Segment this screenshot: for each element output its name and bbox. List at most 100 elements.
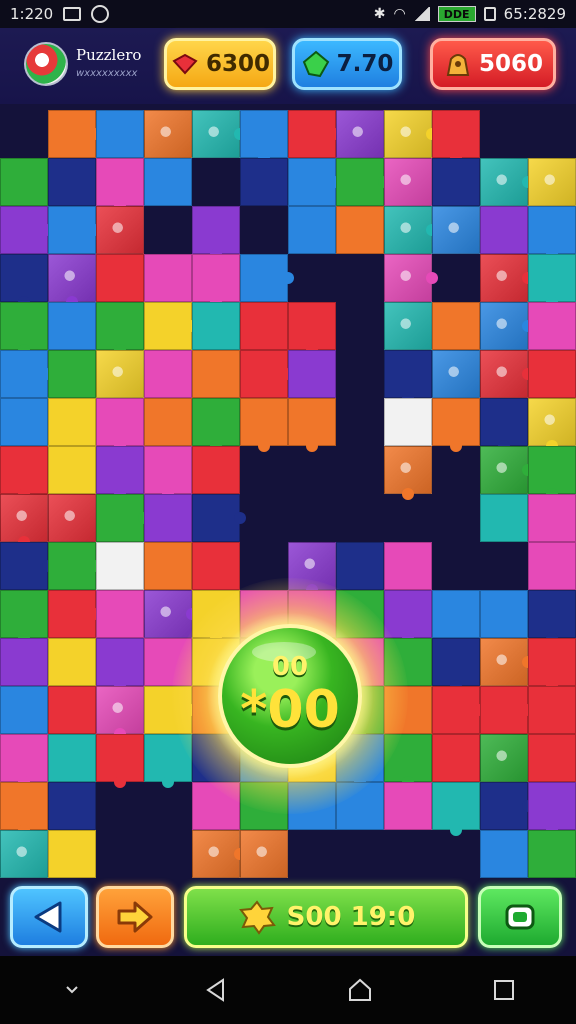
puzzle-piece[interactable] bbox=[48, 206, 96, 254]
puzzle-piece[interactable] bbox=[432, 158, 480, 206]
puzzle-piece[interactable] bbox=[336, 206, 384, 254]
puzzle-piece[interactable] bbox=[480, 494, 528, 542]
puzzle-piece[interactable] bbox=[432, 302, 480, 350]
puzzle-piece[interactable] bbox=[0, 494, 48, 542]
puzzle-piece[interactable] bbox=[288, 302, 336, 350]
puzzle-piece[interactable] bbox=[0, 590, 48, 638]
puzzle-piece[interactable] bbox=[480, 158, 528, 206]
puzzle-piece[interactable] bbox=[528, 494, 576, 542]
puzzle-piece[interactable] bbox=[480, 638, 528, 686]
puzzle-piece[interactable] bbox=[144, 302, 192, 350]
puzzle-piece[interactable] bbox=[192, 494, 240, 542]
puzzle-piece[interactable] bbox=[432, 110, 480, 158]
puzzle-piece[interactable] bbox=[48, 638, 96, 686]
puzzle-piece[interactable] bbox=[144, 542, 192, 590]
puzzle-piece[interactable] bbox=[288, 110, 336, 158]
puzzle-piece[interactable] bbox=[48, 158, 96, 206]
bag-counter[interactable]: 5060 bbox=[430, 38, 556, 90]
app-logo[interactable] bbox=[24, 42, 68, 86]
puzzle-piece[interactable] bbox=[48, 542, 96, 590]
puzzle-piece[interactable] bbox=[0, 830, 48, 878]
puzzle-piece[interactable] bbox=[240, 350, 288, 398]
puzzle-piece[interactable] bbox=[192, 302, 240, 350]
puzzle-piece[interactable] bbox=[48, 734, 96, 782]
puzzle-piece[interactable] bbox=[96, 542, 144, 590]
puzzle-piece[interactable] bbox=[240, 830, 288, 878]
puzzle-piece[interactable] bbox=[480, 446, 528, 494]
puzzle-piece[interactable] bbox=[48, 398, 96, 446]
puzzle-piece[interactable] bbox=[384, 302, 432, 350]
puzzle-piece[interactable] bbox=[0, 158, 48, 206]
nav-home-button[interactable] bbox=[330, 970, 390, 1010]
gems-counter[interactable]: 7.70 bbox=[292, 38, 402, 90]
puzzle-piece[interactable] bbox=[528, 830, 576, 878]
back-button[interactable] bbox=[10, 886, 88, 948]
puzzle-piece[interactable] bbox=[288, 398, 336, 446]
puzzle-piece[interactable] bbox=[144, 590, 192, 638]
puzzle-piece[interactable] bbox=[432, 398, 480, 446]
puzzle-piece[interactable] bbox=[528, 206, 576, 254]
puzzle-piece[interactable] bbox=[384, 206, 432, 254]
puzzle-piece[interactable] bbox=[240, 398, 288, 446]
puzzle-piece[interactable] bbox=[384, 446, 432, 494]
puzzle-piece[interactable] bbox=[480, 398, 528, 446]
puzzle-piece[interactable] bbox=[0, 350, 48, 398]
coins-counter[interactable]: 6300 bbox=[164, 38, 276, 90]
puzzle-piece[interactable] bbox=[48, 830, 96, 878]
puzzle-piece[interactable] bbox=[336, 158, 384, 206]
puzzle-piece[interactable] bbox=[240, 110, 288, 158]
next-button[interactable] bbox=[96, 886, 174, 948]
puzzle-piece[interactable] bbox=[48, 110, 96, 158]
puzzle-piece[interactable] bbox=[0, 542, 48, 590]
puzzle-piece[interactable] bbox=[432, 734, 480, 782]
puzzle-piece[interactable] bbox=[192, 206, 240, 254]
nav-recents-button[interactable] bbox=[474, 970, 534, 1010]
puzzle-piece[interactable] bbox=[0, 686, 48, 734]
puzzle-piece[interactable] bbox=[432, 590, 480, 638]
puzzle-piece[interactable] bbox=[0, 206, 48, 254]
puzzle-piece[interactable] bbox=[48, 494, 96, 542]
puzzle-piece[interactable] bbox=[240, 254, 288, 302]
puzzle-piece[interactable] bbox=[144, 494, 192, 542]
puzzle-piece[interactable] bbox=[384, 158, 432, 206]
puzzle-piece[interactable] bbox=[192, 542, 240, 590]
puzzle-piece[interactable] bbox=[192, 254, 240, 302]
puzzle-piece[interactable] bbox=[0, 638, 48, 686]
puzzle-piece[interactable] bbox=[432, 206, 480, 254]
puzzle-piece[interactable] bbox=[432, 782, 480, 830]
puzzle-piece[interactable] bbox=[384, 110, 432, 158]
puzzle-piece[interactable] bbox=[96, 158, 144, 206]
puzzle-piece[interactable] bbox=[480, 686, 528, 734]
camera-button[interactable] bbox=[478, 886, 562, 948]
puzzle-piece[interactable] bbox=[480, 734, 528, 782]
puzzle-piece[interactable] bbox=[432, 350, 480, 398]
puzzle-piece[interactable] bbox=[192, 110, 240, 158]
puzzle-piece[interactable] bbox=[384, 254, 432, 302]
puzzle-piece[interactable] bbox=[528, 446, 576, 494]
puzzle-piece[interactable] bbox=[144, 350, 192, 398]
puzzle-piece[interactable] bbox=[384, 542, 432, 590]
puzzle-piece[interactable] bbox=[192, 830, 240, 878]
puzzle-piece[interactable] bbox=[96, 110, 144, 158]
puzzle-piece[interactable] bbox=[480, 782, 528, 830]
puzzle-piece[interactable] bbox=[96, 206, 144, 254]
puzzle-piece[interactable] bbox=[480, 830, 528, 878]
puzzle-piece[interactable] bbox=[480, 206, 528, 254]
puzzle-piece[interactable] bbox=[0, 734, 48, 782]
puzzle-piece[interactable] bbox=[480, 254, 528, 302]
puzzle-piece[interactable] bbox=[96, 398, 144, 446]
puzzle-piece[interactable] bbox=[336, 542, 384, 590]
puzzle-piece[interactable] bbox=[528, 542, 576, 590]
puzzle-piece[interactable] bbox=[144, 446, 192, 494]
puzzle-piece[interactable] bbox=[384, 350, 432, 398]
puzzle-piece[interactable] bbox=[144, 398, 192, 446]
puzzle-piece[interactable] bbox=[144, 254, 192, 302]
puzzle-piece[interactable] bbox=[96, 638, 144, 686]
puzzle-piece[interactable] bbox=[432, 686, 480, 734]
nav-down-button[interactable] bbox=[42, 970, 102, 1010]
puzzle-piece[interactable] bbox=[528, 734, 576, 782]
puzzle-piece[interactable] bbox=[480, 590, 528, 638]
puzzle-piece[interactable] bbox=[0, 254, 48, 302]
puzzle-piece[interactable] bbox=[48, 782, 96, 830]
puzzle-piece[interactable] bbox=[96, 446, 144, 494]
